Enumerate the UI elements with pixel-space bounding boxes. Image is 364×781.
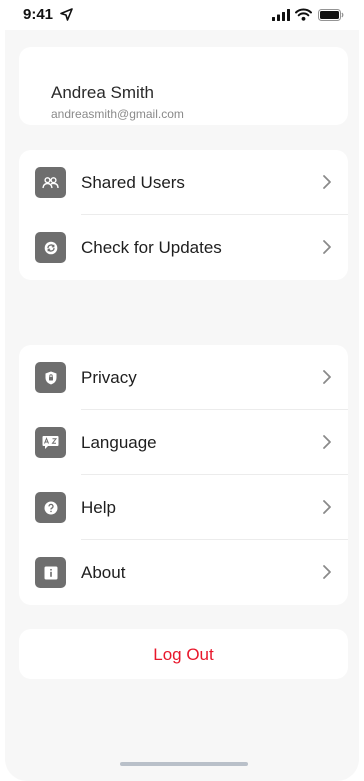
shared-users-label: Shared Users <box>81 173 185 192</box>
status-time: 9:41 <box>23 6 54 23</box>
signal-icon <box>272 9 290 21</box>
privacy-row[interactable]: Privacy <box>19 345 348 410</box>
help-row[interactable]: Help <box>19 475 348 540</box>
about-label: About <box>81 563 126 582</box>
chevron-right-icon <box>323 500 331 514</box>
help-icon <box>35 492 66 523</box>
profile-name: Andrea Smith <box>51 83 154 102</box>
shared-users-row[interactable]: Shared Users <box>19 150 348 215</box>
home-indicator[interactable] <box>120 762 248 766</box>
translate-icon <box>35 427 66 458</box>
language-row[interactable]: Language <box>19 410 348 475</box>
chevron-right-icon <box>323 370 331 384</box>
location-arrow-icon <box>60 8 73 21</box>
status-bar: 9:41 <box>0 0 364 30</box>
chevron-right-icon <box>323 175 331 189</box>
info-icon <box>35 557 66 588</box>
settings-screen: Andrea Smith andreasmith@gmail.com Share… <box>5 30 359 781</box>
privacy-label: Privacy <box>81 368 137 387</box>
about-row[interactable]: About <box>19 540 348 605</box>
logout-button[interactable]: Log Out <box>19 629 348 679</box>
chevron-right-icon <box>323 435 331 449</box>
chevron-right-icon <box>323 240 331 254</box>
battery-icon <box>318 9 344 21</box>
language-label: Language <box>81 433 157 452</box>
shield-icon <box>35 362 66 393</box>
refresh-icon <box>35 232 66 263</box>
check-updates-label: Check for Updates <box>81 238 222 257</box>
wifi-icon <box>295 8 312 21</box>
check-updates-row[interactable]: Check for Updates <box>19 215 348 280</box>
chevron-right-icon <box>323 565 331 579</box>
profile-card[interactable]: Andrea Smith andreasmith@gmail.com <box>19 47 348 125</box>
logout-label: Log Out <box>153 645 214 664</box>
shared-users-icon <box>35 167 66 198</box>
profile-email: andreasmith@gmail.com <box>51 107 184 121</box>
help-label: Help <box>81 498 116 517</box>
